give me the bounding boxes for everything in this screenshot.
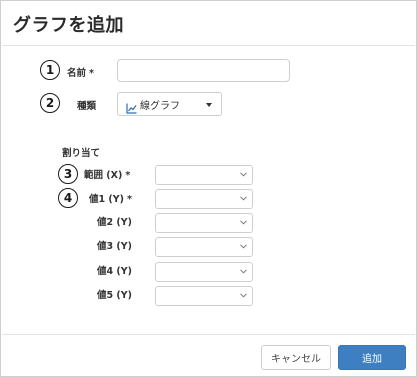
value3-y-label: 値3 (Y) (97, 241, 132, 252)
value2-y-label: 値2 (Y) (97, 217, 132, 228)
range-x-label-text: 範囲 (X) (84, 170, 123, 181)
caret-down-icon (206, 103, 212, 107)
value1-y-label-text: 値1 (Y) (89, 194, 124, 205)
name-label-text: 名前 (67, 68, 87, 79)
required-mark: * (125, 170, 131, 181)
value2-y-select[interactable] (155, 213, 253, 233)
chart-type-value: 線グラフ (140, 100, 180, 112)
range-x-select[interactable] (155, 165, 253, 185)
add-button[interactable]: 追加 (338, 345, 406, 370)
line-chart-icon (126, 99, 137, 114)
type-label: 種類 (77, 101, 97, 112)
footer-divider (2, 334, 415, 335)
value4-y-select[interactable] (155, 262, 253, 282)
step-3-badge: 3 (58, 164, 78, 184)
chart-type-select[interactable]: 線グラフ (117, 92, 222, 116)
range-x-label: 範囲 (X) * (84, 167, 130, 181)
value1-y-label: 値1 (Y) * (89, 191, 132, 205)
step-4-badge: 4 (58, 188, 78, 208)
add-chart-dialog: グラフを追加 1 名前 * 2 種類 線グラフ 割り当て 3 範囲 (X) * 4 … (0, 0, 417, 377)
step-2-badge: 2 (40, 93, 60, 113)
value5-y-select[interactable] (155, 286, 253, 306)
value4-y-label: 値4 (Y) (97, 266, 132, 277)
value5-y-label: 値5 (Y) (97, 290, 132, 301)
chevron-down-icon (240, 196, 247, 201)
chevron-down-icon (240, 244, 247, 249)
name-label: 名前 * (67, 65, 94, 79)
chevron-down-icon (240, 220, 247, 225)
required-mark: * (89, 68, 94, 79)
chevron-down-icon (240, 269, 247, 274)
dialog-title: グラフを追加 (13, 15, 124, 36)
name-input[interactable] (117, 59, 290, 82)
value3-y-select[interactable] (155, 237, 253, 257)
cancel-button[interactable]: キャンセル (261, 345, 331, 370)
step-1-badge: 1 (40, 60, 60, 80)
value1-y-select[interactable] (155, 189, 253, 209)
required-mark: * (126, 194, 132, 205)
assign-section-title: 割り当て (62, 148, 101, 159)
chevron-down-icon (240, 172, 247, 177)
dialog-header: グラフを追加 (2, 2, 415, 46)
chevron-down-icon (240, 293, 247, 298)
